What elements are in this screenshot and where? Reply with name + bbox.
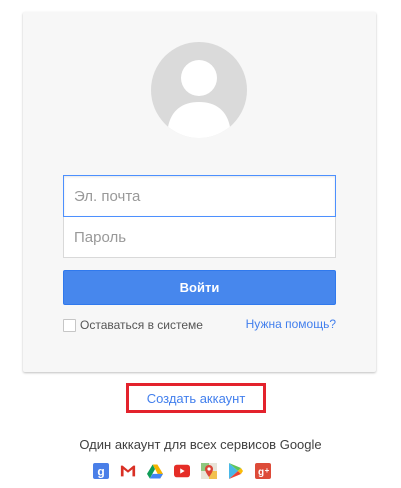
google-plus-icon[interactable]: g +: [255, 463, 271, 479]
stay-signed-in-label: Оставаться в системе: [80, 318, 203, 332]
svg-text:g: g: [258, 467, 264, 478]
signin-button[interactable]: Войти: [63, 270, 336, 305]
youtube-icon[interactable]: [174, 463, 190, 479]
google-search-icon[interactable]: g: [93, 463, 109, 479]
stay-signed-in-checkbox[interactable]: [63, 318, 76, 332]
login-card: Войти Оставаться в системе Нужна помощь?: [23, 12, 376, 372]
avatar-placeholder-icon: [151, 42, 247, 138]
gmail-icon[interactable]: [120, 463, 136, 479]
svg-text:g: g: [97, 465, 104, 479]
maps-icon[interactable]: [201, 463, 217, 479]
services-icon-row: g g +: [93, 463, 271, 483]
stay-signed-in[interactable]: Оставаться в системе: [63, 318, 203, 332]
email-field[interactable]: [63, 175, 336, 217]
tagline: Один аккаунт для всех сервисов Google: [79, 437, 322, 452]
credentials-form: [63, 175, 336, 258]
help-link[interactable]: Нужна помощь?: [246, 317, 336, 331]
create-account-link[interactable]: Создать аккаунт: [147, 391, 246, 406]
svg-text:+: +: [265, 466, 270, 475]
create-account-highlight: Создать аккаунт: [126, 383, 266, 413]
play-icon[interactable]: [228, 463, 244, 479]
password-field[interactable]: [63, 216, 336, 258]
drive-icon[interactable]: [147, 463, 163, 479]
